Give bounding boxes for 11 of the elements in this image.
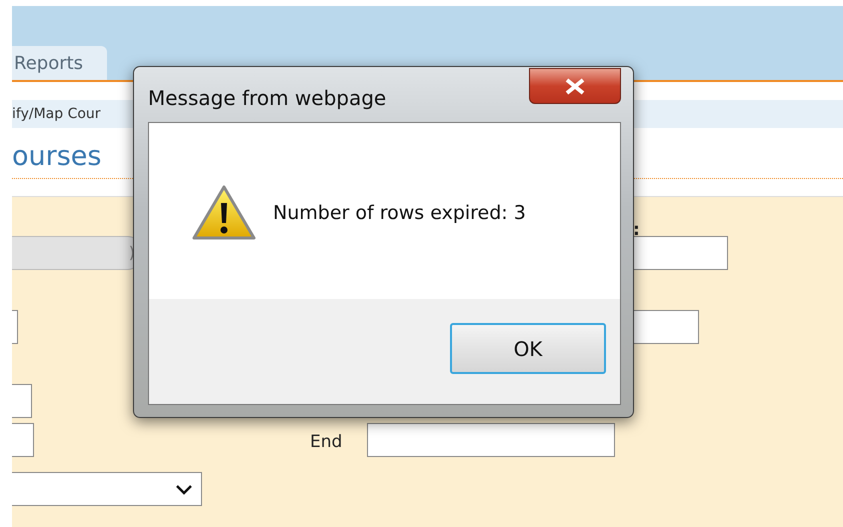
field-label: End bbox=[310, 431, 342, 454]
field-label: : bbox=[633, 224, 640, 236]
select-field[interactable] bbox=[12, 472, 202, 506]
close-button[interactable] bbox=[529, 68, 621, 104]
text-input[interactable] bbox=[367, 423, 616, 457]
ok-button[interactable]: OK bbox=[450, 323, 606, 374]
chevron-down-icon bbox=[175, 484, 193, 494]
warning-icon bbox=[192, 185, 256, 241]
dialog-message: Number of rows expired: 3 bbox=[273, 201, 526, 226]
tab[interactable]: Reports bbox=[12, 46, 107, 80]
close-icon bbox=[564, 78, 586, 94]
